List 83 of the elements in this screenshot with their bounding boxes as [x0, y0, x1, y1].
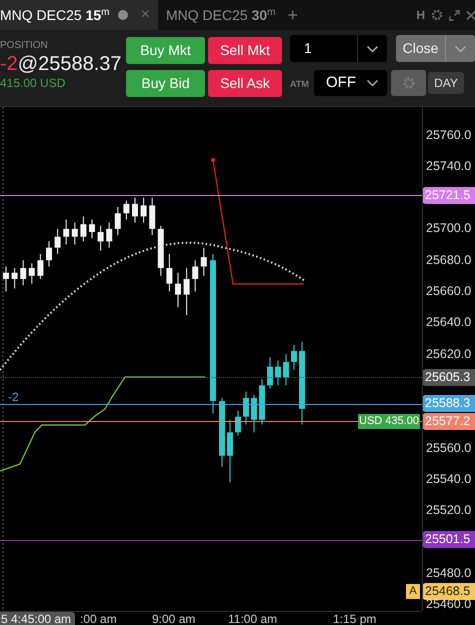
candlestick [158, 225, 164, 276]
time-axis-label: 11:00 am [228, 612, 278, 625]
candlestick [3, 266, 9, 292]
add-tab-button[interactable]: + [288, 2, 298, 28]
candlestick [37, 253, 44, 280]
candlestick [192, 260, 198, 292]
order-button[interactable]: Buy Mkt [126, 37, 205, 64]
atm-label: ATM [290, 78, 309, 91]
price-tag: 25721.5 [422, 186, 475, 204]
candlestick [98, 225, 104, 252]
price-axis-label: 25740.0 [426, 158, 472, 174]
time-axis-label: 5 4:45:00 am [0, 612, 76, 625]
candlestick [243, 391, 249, 426]
candlestick [149, 197, 156, 236]
settings-icon[interactable] [431, 9, 443, 21]
order-button[interactable]: Sell Ask [208, 70, 282, 97]
candlestick [20, 260, 26, 286]
price-tag: 25577.2 [422, 412, 475, 430]
price-tag: 25588.3 [422, 395, 475, 412]
candlestick [28, 262, 35, 284]
price-axis-label: 25620.0 [426, 346, 472, 362]
candlestick [114, 206, 121, 236]
atm-dropdown[interactable]: OFF [314, 70, 387, 96]
candlestick [219, 397, 225, 468]
price-tag: 25468.5 [422, 582, 475, 600]
candlestick [184, 268, 190, 316]
candlestick [106, 222, 112, 248]
order-button[interactable]: Sell Mkt [208, 37, 282, 64]
day-button[interactable]: DAY [428, 72, 464, 94]
price-axis-label: 25640.0 [426, 315, 472, 330]
price-axis-label: 25560.0 [426, 440, 472, 456]
price-tag: 25605.3 [422, 368, 475, 386]
close-button[interactable]: Close [396, 35, 475, 62]
candlestick [291, 344, 297, 370]
pnl-text: 415.00 USD [0, 76, 66, 90]
gear-icon [402, 76, 416, 90]
header-letter[interactable]: H [416, 6, 425, 24]
price-axis-label: 25540.0 [426, 472, 472, 487]
position-label: POSITION [0, 40, 49, 52]
candlestick [123, 200, 130, 220]
position-value: -2@25588.37 [0, 52, 122, 76]
candlestick [200, 247, 207, 276]
price-tag: 25501.5 [422, 531, 475, 548]
price-axis-label: 25680.0 [426, 252, 472, 268]
candlestick [12, 268, 18, 289]
chart-tab[interactable]: MNQ DEC25 15$^{m}$ × [0, 0, 158, 30]
candlestick [175, 272, 181, 308]
time-axis-label: 9:00 am [152, 612, 196, 625]
candlestick [132, 197, 138, 224]
close-tab-icon[interactable]: × [140, 3, 150, 27]
order-button[interactable]: Buy Bid [126, 70, 205, 97]
quantity-field[interactable]: 1 [290, 35, 387, 62]
position-line-label: -2 [8, 388, 19, 406]
candlestick [251, 394, 257, 433]
candlestick [235, 410, 241, 436]
price-axis-label: 25460.0 [426, 597, 472, 612]
caret-icon [367, 80, 378, 86]
caret-icon [367, 46, 378, 52]
price-axis-label: 25700.0 [426, 221, 472, 236]
candlestick [283, 354, 289, 386]
price-axis-label: 25760.0 [426, 128, 472, 142]
price-axis-label: 25520.0 [426, 503, 472, 518]
chart-tab[interactable]: MNQ DEC25 30$^{m}$ [158, 0, 284, 30]
candlestick [275, 360, 281, 386]
alert-tag: A [406, 584, 420, 599]
caret-icon [455, 46, 466, 52]
candlestick [140, 197, 147, 224]
candlestick [166, 253, 172, 292]
candlestick [54, 228, 61, 254]
candlestick [63, 219, 70, 246]
time-axis-label: :00 am [80, 612, 117, 625]
candlestick [80, 216, 86, 242]
candlestick [46, 240, 52, 267]
price-axis-label: 25480.0 [426, 566, 472, 581]
candlestick [89, 219, 95, 239]
candlestick [267, 356, 273, 390]
price-axis-label: 25660.0 [426, 284, 472, 299]
close-icon[interactable] [466, 10, 475, 20]
candlestick [259, 378, 265, 426]
pnl-tag: USD 435.00 [358, 414, 420, 429]
candlestick [227, 419, 233, 483]
pop-out-icon[interactable] [449, 10, 460, 20]
candlestick [72, 222, 78, 246]
